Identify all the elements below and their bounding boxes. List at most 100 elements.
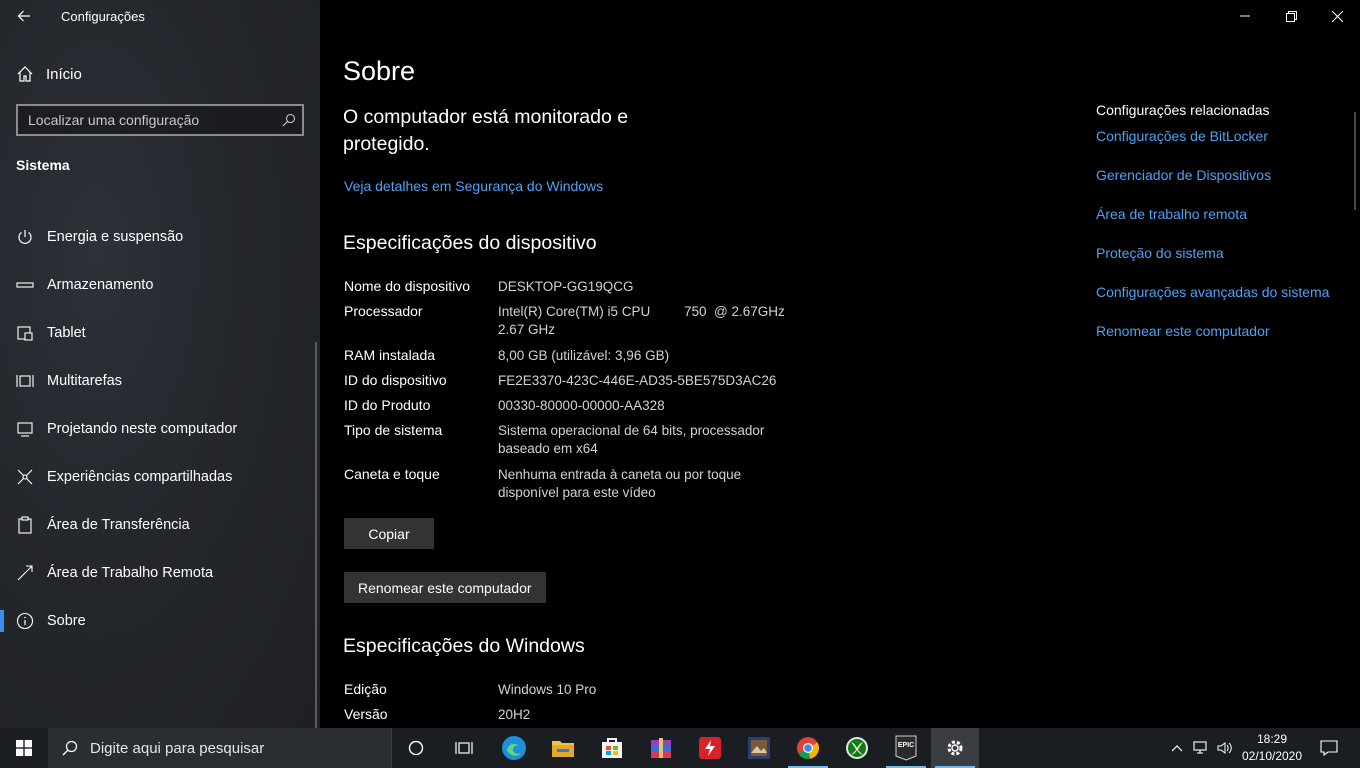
- home-label: Início: [46, 65, 82, 83]
- action-center-button[interactable]: [1306, 728, 1352, 768]
- taskbar-search[interactable]: Digite aqui para pesquisar: [48, 728, 392, 768]
- task-view-icon: [455, 742, 473, 754]
- start-button[interactable]: [0, 728, 48, 768]
- xbox-icon: [846, 737, 868, 759]
- sidebar-item-sobre[interactable]: Sobre: [0, 599, 318, 643]
- taskbar: Digite aqui para pesquisar EPIC 18:29 02…: [0, 728, 1360, 768]
- related-settings-title: Configurações relacionadas: [1096, 102, 1270, 118]
- taskbar-winrar[interactable]: [637, 728, 685, 768]
- spec-label-product-id: ID do Produto: [344, 397, 431, 413]
- sidebar-item-experiencias[interactable]: Experiências compartilhadas: [0, 455, 318, 499]
- sidebar-item-label: Tablet: [47, 325, 86, 341]
- cortana-button[interactable]: [392, 728, 440, 768]
- spec-label-ram: RAM instalada: [344, 347, 436, 363]
- sidebar-item-tablet[interactable]: Tablet: [0, 311, 318, 355]
- cortana-icon: [408, 740, 424, 756]
- spec-value-version: 20H2: [498, 707, 531, 722]
- taskbar-store[interactable]: [588, 728, 636, 768]
- volume-button[interactable]: [1213, 728, 1237, 768]
- edge-icon: [502, 736, 526, 760]
- spec-value-device-id: FE2E3370-423C-446E-AD35-5BE575D3AC26: [498, 373, 777, 388]
- close-icon: [1331, 10, 1343, 22]
- sidebar-item-label: Energia e suspensão: [47, 229, 184, 245]
- minimize-button[interactable]: [1222, 0, 1268, 32]
- sidebar-item-area-transferencia[interactable]: Área de Transferência: [0, 503, 318, 547]
- taskbar-xbox[interactable]: [833, 728, 881, 768]
- spec-label-processor: Processador: [344, 303, 423, 319]
- chrome-icon: [797, 737, 819, 759]
- info-icon: [16, 612, 34, 630]
- taskbar-search-placeholder: Digite aqui para pesquisar: [90, 739, 265, 757]
- shared-experiences-icon: [16, 468, 34, 486]
- protection-status: O computador está monitorado e protegido…: [343, 106, 629, 155]
- tablet-icon: [16, 324, 34, 342]
- windows-logo-icon: [16, 740, 32, 756]
- volume-icon: [1217, 742, 1232, 754]
- spec-value-pen-touch: Nenhuma entrada à caneta ou por toque di…: [498, 467, 742, 500]
- clock[interactable]: 18:29 02/10/2020: [1238, 731, 1306, 765]
- photo-app-icon: [748, 737, 770, 759]
- gear-icon: [947, 740, 963, 756]
- active-indicator: [0, 610, 4, 632]
- spec-value-processor: Intel(R) Core(TM) i5 CPU 750 @ 2.67GHz 2…: [498, 304, 797, 337]
- clipboard-icon: [16, 516, 34, 534]
- sidebar-item-multitarefas[interactable]: Multitarefas: [0, 359, 318, 403]
- section-label-sistema: Sistema: [16, 157, 70, 173]
- windows-specs-heading: Especificações do Windows: [343, 635, 585, 657]
- related-link-bitlocker[interactable]: Configurações de BitLocker: [1096, 128, 1329, 167]
- back-button[interactable]: [12, 4, 36, 28]
- sidebar-item-label: Área de Transferência: [47, 517, 190, 533]
- task-view-button[interactable]: [440, 728, 488, 768]
- spec-value-edition: Windows 10 Pro: [498, 682, 597, 697]
- search-icon[interactable]: [276, 113, 302, 127]
- app-title: Configurações: [61, 9, 145, 24]
- taskbar-epic-games[interactable]: EPIC: [882, 728, 930, 768]
- power-icon: [16, 228, 34, 246]
- spec-label-system-type: Tipo de sistema: [344, 422, 443, 438]
- rename-pc-button[interactable]: Renomear este computador: [344, 572, 546, 603]
- clock-time: 18:29: [1256, 732, 1288, 746]
- settings-search-input[interactable]: [18, 111, 276, 129]
- flash-icon: [699, 737, 721, 759]
- sidebar-item-label: Sobre: [47, 613, 86, 629]
- restore-button[interactable]: [1268, 0, 1314, 32]
- spec-label-version: Versão: [344, 706, 388, 722]
- show-hidden-icons-button[interactable]: [1164, 728, 1190, 768]
- related-link-remote-desktop[interactable]: Área de trabalho remota: [1096, 206, 1329, 245]
- page-title: Sobre: [343, 56, 416, 86]
- related-link-device-manager[interactable]: Gerenciador de Dispositivos: [1096, 167, 1329, 206]
- close-button[interactable]: [1314, 0, 1360, 32]
- taskbar-chrome[interactable]: [784, 728, 832, 768]
- spec-value-system-type: Sistema operacional de 64 bits, processa…: [498, 423, 765, 456]
- sidebar-item-area-trabalho-remota[interactable]: Área de Trabalho Remota: [0, 551, 318, 595]
- settings-search-box[interactable]: [16, 104, 304, 136]
- taskbar-edge[interactable]: [490, 728, 538, 768]
- taskbar-flash-app[interactable]: [686, 728, 734, 768]
- sidebar-scrollbar[interactable]: [315, 342, 317, 728]
- spec-label-device-id: ID do dispositivo: [344, 372, 447, 388]
- sidebar-item-armazenamento[interactable]: Armazenamento: [0, 263, 318, 307]
- spec-value-device-name: DESKTOP-GG19QCG: [498, 279, 634, 294]
- sidebar-item-projetando[interactable]: Projetando neste computador: [0, 407, 318, 451]
- related-link-advanced-settings[interactable]: Configurações avançadas do sistema: [1096, 284, 1329, 323]
- sidebar-item-label: Multitarefas: [47, 373, 122, 389]
- spec-label-pen-touch: Caneta e toque: [344, 466, 440, 482]
- related-link-system-protection[interactable]: Proteção do sistema: [1096, 245, 1329, 284]
- home-nav-item[interactable]: Início: [16, 62, 82, 86]
- related-settings: Configurações relacionadas Configurações…: [1096, 102, 1329, 362]
- store-icon: [602, 738, 622, 758]
- svg-text:EPIC: EPIC: [898, 742, 914, 749]
- sidebar-item-energia[interactable]: Energia e suspensão: [0, 215, 318, 259]
- notification-icon: [1320, 740, 1338, 756]
- spec-value-product-id: 00330-80000-00000-AA328: [498, 398, 665, 413]
- network-button[interactable]: [1189, 728, 1213, 768]
- chevron-up-icon: [1171, 745, 1183, 752]
- related-link-rename-pc[interactable]: Renomear este computador: [1096, 323, 1329, 362]
- taskbar-settings[interactable]: [931, 728, 979, 768]
- windows-security-link[interactable]: Veja detalhes em Segurança do Windows: [344, 178, 603, 194]
- taskbar-photo-app[interactable]: [735, 728, 783, 768]
- taskbar-file-explorer[interactable]: [539, 728, 587, 768]
- folder-icon: [552, 741, 574, 757]
- copy-button[interactable]: Copiar: [344, 518, 434, 549]
- main-scrollbar[interactable]: [1354, 112, 1356, 210]
